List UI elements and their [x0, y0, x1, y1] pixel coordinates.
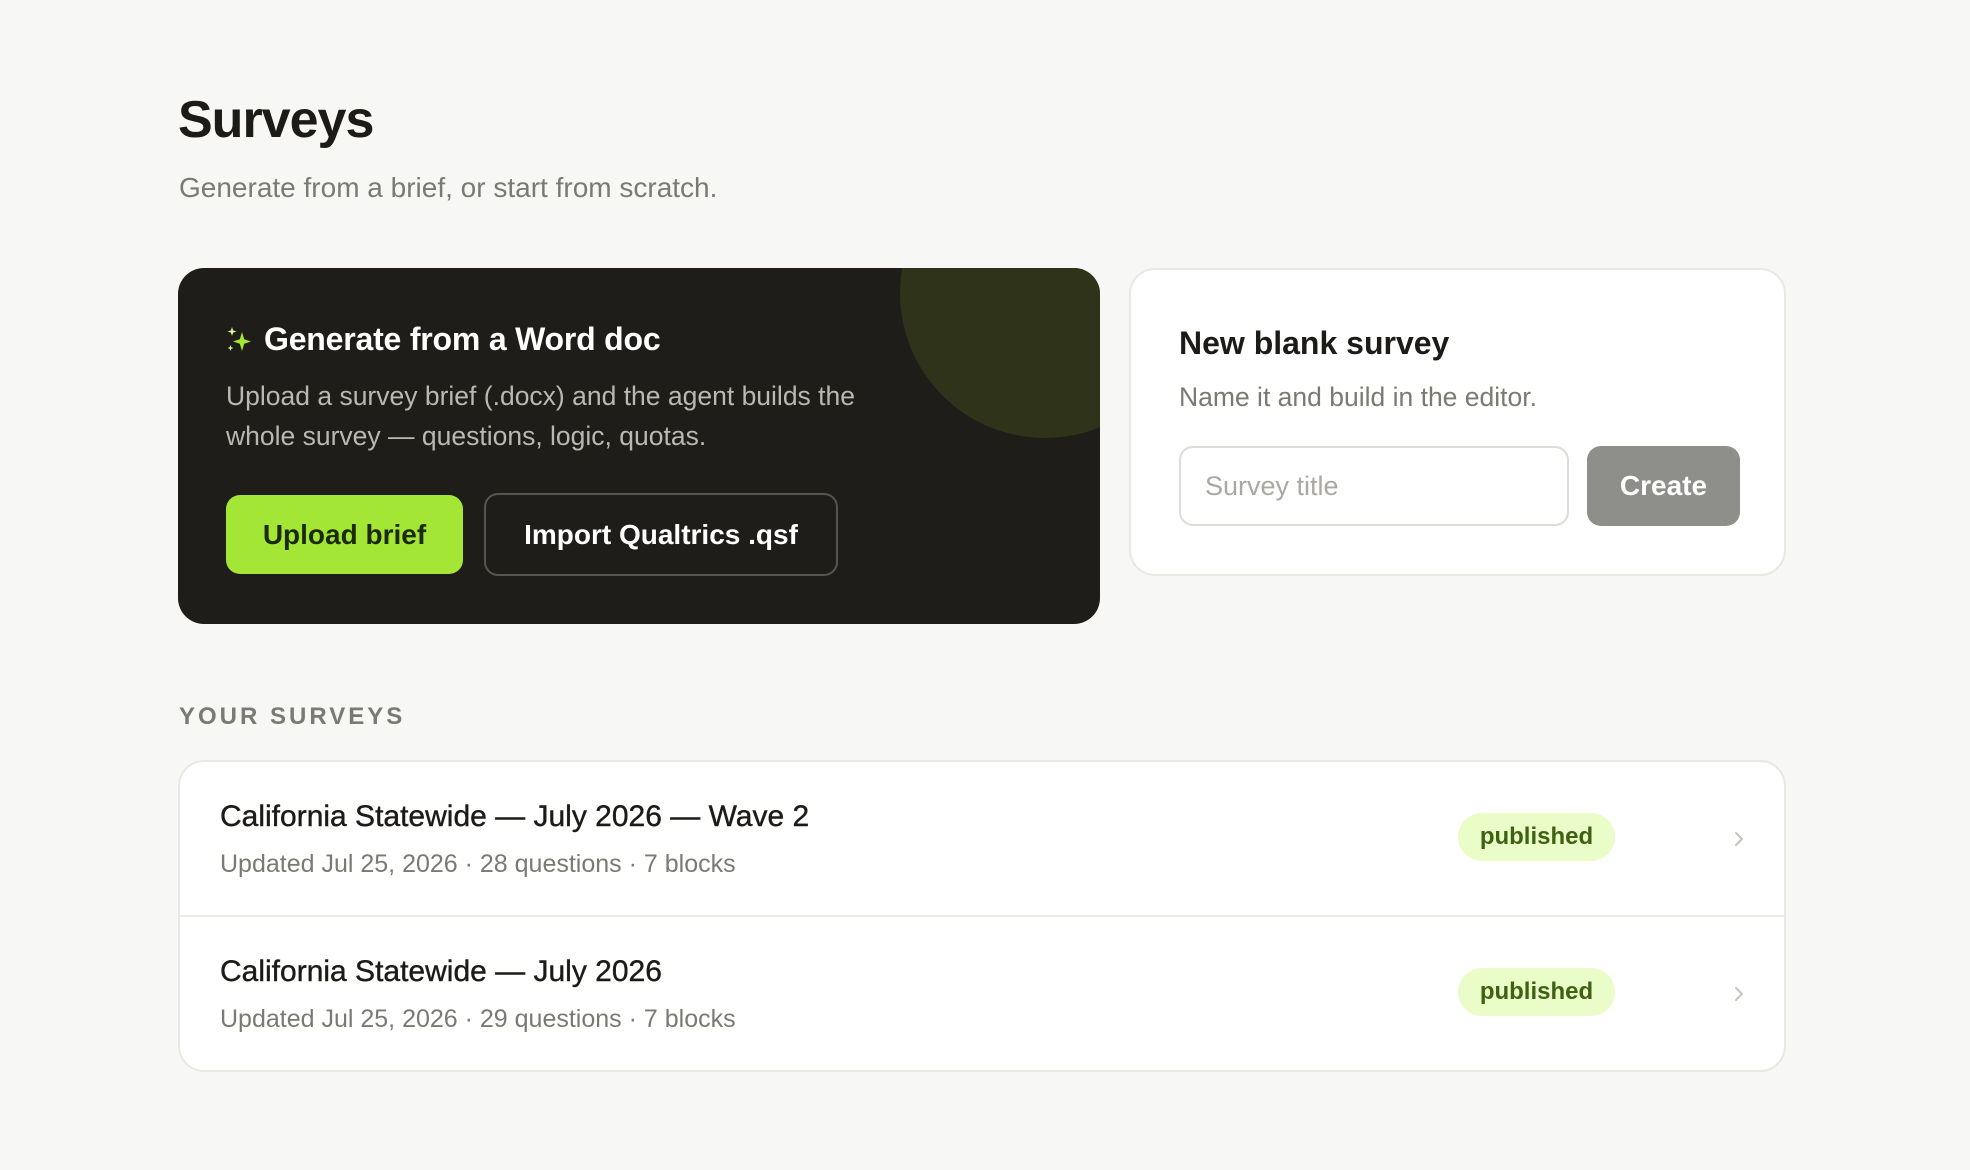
survey-title-input[interactable]: [1179, 446, 1569, 526]
survey-row[interactable]: California Statewide — July 2026 Updated…: [180, 915, 1784, 1070]
new-blank-survey-card: New blank survey Name it and build in th…: [1129, 268, 1786, 576]
survey-title: California Statewide — July 2026 — Wave …: [220, 800, 810, 833]
sparkle-icon: [227, 326, 251, 351]
survey-list: California Statewide — July 2026 — Wave …: [178, 760, 1786, 1072]
blank-card-title: New blank survey: [1179, 325, 1450, 361]
generate-from-doc-card: Generate from a Word doc Upload a survey…: [178, 268, 1100, 624]
survey-meta: Updated Jul 25, 2026 · 28 questions · 7 …: [220, 850, 736, 878]
survey-title: California Statewide — July 2026: [220, 955, 662, 988]
status-badge: published: [1458, 813, 1615, 861]
status-badge: published: [1458, 968, 1615, 1016]
survey-row[interactable]: California Statewide — July 2026 — Wave …: [180, 762, 1784, 915]
chevron-right-icon: [1735, 987, 1743, 1001]
generate-card-description: Upload a survey brief (.docx) and the ag…: [226, 381, 856, 451]
blank-card-description: Name it and build in the editor.: [1179, 382, 1537, 412]
decorative-circle: [900, 268, 1100, 438]
generate-card-heading: Generate from a Word doc: [226, 321, 661, 358]
import-qualtrics-button[interactable]: Import Qualtrics .qsf: [484, 493, 838, 576]
survey-meta: Updated Jul 25, 2026 · 29 questions · 7 …: [220, 1005, 736, 1033]
your-surveys-heading: YOUR SURVEYS: [179, 703, 406, 730]
page-title: Surveys: [178, 91, 374, 149]
upload-brief-button[interactable]: Upload brief: [226, 495, 463, 574]
create-button[interactable]: Create: [1587, 446, 1740, 526]
page-subtitle: Generate from a brief, or start from scr…: [179, 172, 718, 203]
generate-card-title: Generate from a Word doc: [264, 321, 661, 357]
chevron-right-icon: [1735, 832, 1743, 846]
